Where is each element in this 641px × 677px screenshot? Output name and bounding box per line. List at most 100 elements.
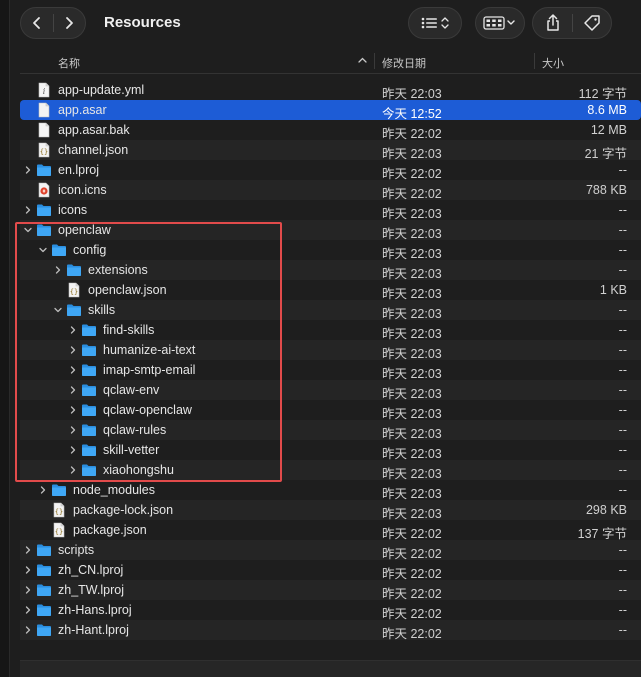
list-view-icon: [421, 17, 449, 29]
file-size: 298 KB: [585, 503, 627, 517]
folder-row[interactable]: icons 昨天 22:03 --: [20, 200, 641, 221]
folder-row[interactable]: en.lproj 昨天 22:02 --: [20, 160, 641, 181]
disclosure-closed-icon[interactable]: [69, 326, 77, 334]
column-name-header[interactable]: 名称: [58, 55, 80, 71]
file-icon: [36, 122, 52, 138]
list-view-button[interactable]: [408, 7, 462, 39]
file-size: --: [618, 303, 627, 317]
sort-chevron-up-icon[interactable]: [358, 57, 367, 63]
share-icon: [546, 14, 559, 31]
file-row[interactable]: i app-update.yml 昨天 22:03 112 字节: [20, 80, 641, 101]
column-size-header[interactable]: 大小: [542, 55, 564, 71]
folder-row[interactable]: qclaw-openclaw 昨天 22:03 --: [20, 400, 641, 421]
share-button[interactable]: [534, 8, 572, 38]
folder-row[interactable]: zh_CN.lproj 昨天 22:02 --: [20, 560, 641, 581]
folder-row[interactable]: skill-vetter 昨天 22:03 --: [20, 440, 641, 461]
file-name: node_modules: [73, 483, 156, 497]
disclosure-closed-icon[interactable]: [24, 206, 32, 214]
disclosure-open-icon[interactable]: [54, 306, 62, 314]
tag-icon: [583, 15, 600, 31]
grid-icon: [483, 16, 515, 30]
toolbar: Resources: [10, 0, 641, 46]
column-divider[interactable]: [534, 53, 535, 69]
file-size: --: [618, 443, 627, 457]
svg-text:{}: {}: [70, 288, 78, 296]
folder-row[interactable]: zh-Hans.lproj 昨天 22:02 --: [20, 600, 641, 621]
file-name: app-update.yml: [58, 83, 145, 97]
folder-icon: [81, 442, 97, 458]
folder-icon: [66, 262, 82, 278]
disclosure-closed-icon[interactable]: [39, 486, 47, 494]
folder-icon: [81, 322, 97, 338]
file-name: imap-smtp-email: [103, 363, 196, 377]
column-modified-header[interactable]: 修改日期: [382, 55, 426, 71]
file-name: skill-vetter: [103, 443, 160, 457]
folder-row[interactable]: skills 昨天 22:03 --: [20, 300, 641, 321]
file-size: --: [618, 383, 627, 397]
file-row[interactable]: {} channel.json 昨天 22:03 21 字节: [20, 140, 641, 161]
file-size: 1 KB: [599, 283, 627, 297]
file-name: icon.icns: [58, 183, 107, 197]
forward-button[interactable]: [53, 8, 85, 38]
folder-row[interactable]: config 昨天 22:03 --: [20, 240, 641, 261]
folder-row[interactable]: humanize-ai-text 昨天 22:03 --: [20, 340, 641, 361]
disclosure-closed-icon[interactable]: [54, 266, 62, 274]
disclosure-closed-icon[interactable]: [24, 606, 32, 614]
column-divider[interactable]: [374, 53, 375, 69]
folder-row[interactable]: zh_TW.lproj 昨天 22:02 --: [20, 580, 641, 601]
icns-file-icon: [36, 182, 52, 198]
disclosure-closed-icon[interactable]: [69, 366, 77, 374]
folder-row[interactable]: qclaw-rules 昨天 22:03 --: [20, 420, 641, 441]
folder-row[interactable]: imap-smtp-email 昨天 22:03 --: [20, 360, 641, 381]
disclosure-closed-icon[interactable]: [69, 386, 77, 394]
file-row[interactable]: app.asar 今天 12:52 8.6 MB: [20, 100, 641, 121]
file-row[interactable]: {} package.json 昨天 22:02 137 字节: [20, 520, 641, 541]
folder-row[interactable]: openclaw 昨天 22:03 --: [20, 220, 641, 241]
disclosure-closed-icon[interactable]: [69, 426, 77, 434]
disclosure-closed-icon[interactable]: [69, 446, 77, 454]
file-name: zh_TW.lproj: [58, 583, 124, 597]
nav-buttons: [20, 7, 86, 39]
disclosure-closed-icon[interactable]: [69, 466, 77, 474]
chevron-right-icon: [66, 17, 74, 29]
back-button[interactable]: [21, 8, 53, 38]
folder-row[interactable]: node_modules 昨天 22:03 --: [20, 480, 641, 501]
file-size: --: [618, 583, 627, 597]
folder-row[interactable]: extensions 昨天 22:03 --: [20, 260, 641, 281]
file-size: --: [618, 363, 627, 377]
disclosure-closed-icon[interactable]: [24, 626, 32, 634]
file-row[interactable]: icon.icns 昨天 22:02 788 KB: [20, 180, 641, 201]
action-group: [532, 7, 612, 39]
disclosure-closed-icon[interactable]: [24, 566, 32, 574]
folder-icon: [81, 462, 97, 478]
file-name: humanize-ai-text: [103, 343, 196, 357]
svg-text:i: i: [43, 87, 46, 96]
disclosure-closed-icon[interactable]: [69, 346, 77, 354]
tag-button[interactable]: [573, 8, 611, 38]
disclosure-open-icon[interactable]: [24, 226, 32, 234]
folder-row[interactable]: scripts 昨天 22:02 --: [20, 540, 641, 561]
group-view-button[interactable]: [475, 7, 525, 39]
folder-icon: [36, 542, 52, 558]
horizontal-scrollbar[interactable]: [20, 660, 641, 677]
file-name: scripts: [58, 543, 95, 557]
disclosure-closed-icon[interactable]: [24, 546, 32, 554]
disclosure-open-icon[interactable]: [39, 246, 47, 254]
file-name: zh_CN.lproj: [58, 563, 124, 577]
finder-window: Resources 名称 修改日期 大小 i app-update.yml 昨天…: [0, 0, 641, 677]
folder-row[interactable]: find-skills 昨天 22:03 --: [20, 320, 641, 341]
disclosure-closed-icon[interactable]: [69, 406, 77, 414]
chevron-left-icon: [32, 17, 40, 29]
disclosure-closed-icon[interactable]: [24, 166, 32, 174]
folder-row[interactable]: qclaw-env 昨天 22:03 --: [20, 380, 641, 401]
folder-icon: [51, 482, 67, 498]
folder-icon: [36, 622, 52, 638]
folder-row[interactable]: zh-Hant.lproj 昨天 22:02 --: [20, 620, 641, 641]
folder-row[interactable]: xiaohongshu 昨天 22:03 --: [20, 460, 641, 481]
svg-text:{}: {}: [55, 508, 63, 516]
file-size: 12 MB: [590, 123, 627, 137]
disclosure-closed-icon[interactable]: [24, 586, 32, 594]
file-row[interactable]: {} openclaw.json 昨天 22:03 1 KB: [20, 280, 641, 301]
file-row[interactable]: app.asar.bak 昨天 22:02 12 MB: [20, 120, 641, 141]
file-row[interactable]: {} package-lock.json 昨天 22:03 298 KB: [20, 500, 641, 521]
